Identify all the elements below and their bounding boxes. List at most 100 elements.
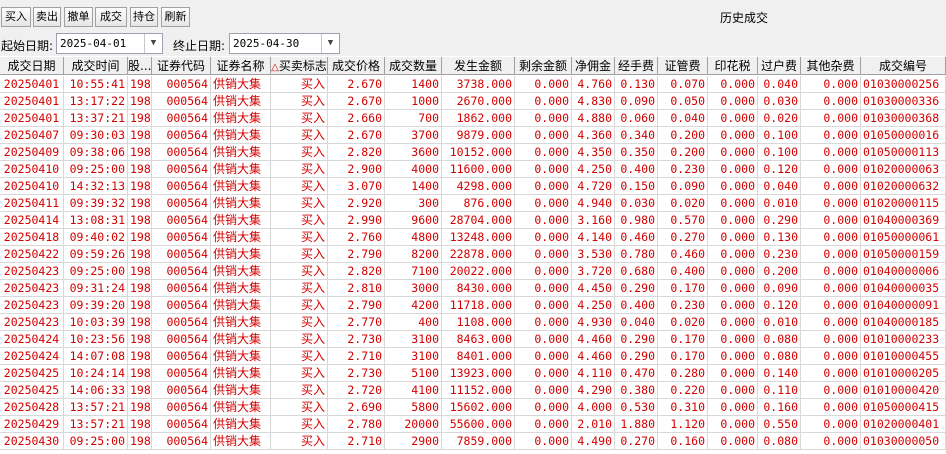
sell-button[interactable]: 卖出 (33, 7, 61, 27)
cell-shareholder: 198 (130, 416, 152, 433)
cell-transfer-fee: 0.120 (758, 161, 801, 178)
cell-quantity: 3000 (385, 280, 442, 297)
cell-amount: 8463.000 (442, 331, 515, 348)
table-row[interactable]: 20250424 10:23:56 198 000564 供销大集 买入 2.730 3100… (0, 331, 946, 348)
column-header-handling-fee[interactable]: 经手费 (615, 57, 658, 75)
column-header-label: 过户费 (760, 59, 797, 73)
start-date-picker[interactable]: 2025-04-01 ▼ (56, 33, 163, 54)
column-header-quantity[interactable]: 成交数量 (385, 57, 442, 75)
cell-remaining-amount: 0.000 (515, 297, 572, 314)
table-row[interactable]: 20250411 09:39:32 198 000564 供销大集 买入 2.920 300 8… (0, 195, 946, 212)
cell-stamp-tax: 0.000 (708, 161, 758, 178)
cell-security-code: 000564 (152, 331, 211, 348)
table-row[interactable]: 20250428 13:57:21 198 000564 供销大集 买入 2.690 5800… (0, 399, 946, 416)
chevron-down-icon[interactable]: ▼ (321, 34, 339, 53)
trades-button[interactable]: 成交 (95, 7, 127, 27)
table-row[interactable]: 20250423 09:25:00 198 000564 供销大集 买入 2.820 7100… (0, 263, 946, 280)
column-header-trade-id[interactable]: 成交编号 (861, 57, 946, 75)
cell-transfer-fee: 0.040 (758, 76, 801, 93)
cell-price: 2.730 (328, 365, 385, 382)
table-row[interactable]: 20250409 09:38:06 198 000564 供销大集 买入 2.820 3600… (0, 144, 946, 161)
cell-trade-time: 09:25:00 (64, 263, 128, 280)
cell-trade-date: 20250423 (0, 314, 64, 331)
cell-net-commission: 4.360 (572, 127, 615, 144)
cell-security-name: 供销大集 (211, 297, 271, 314)
cell-security-name: 供销大集 (211, 178, 271, 195)
cell-shareholder: 198 (130, 178, 152, 195)
column-header-remaining-amount[interactable]: 剩余金额 (515, 57, 572, 75)
cell-trade-id: 01050000415 (861, 399, 946, 416)
table-row[interactable]: 20250407 09:30:03 198 000564 供销大集 买入 2.670 3700… (0, 127, 946, 144)
refresh-button[interactable]: 刷新 (161, 7, 190, 27)
cell-other-fees: 0.000 (801, 365, 861, 382)
cell-net-commission: 2.010 (572, 416, 615, 433)
buy-button[interactable]: 买入 (1, 7, 31, 27)
cell-quantity: 3600 (385, 144, 442, 161)
cell-handling-fee: 0.980 (615, 212, 658, 229)
table-row[interactable]: 20250410 14:32:13 198 000564 供销大集 买入 3.070 1400… (0, 178, 946, 195)
table-row[interactable]: 20250422 09:59:26 198 000564 供销大集 买入 2.790 8200… (0, 246, 946, 263)
column-header-shareholder[interactable]: 股... (128, 57, 152, 75)
table-row[interactable]: 20250424 14:07:08 198 000564 供销大集 买入 2.710 3100… (0, 348, 946, 365)
cell-shareholder: 198 (130, 76, 152, 93)
column-header-transfer-fee[interactable]: 过户费 (758, 57, 801, 75)
cancel-order-button[interactable]: 撤单 (64, 7, 93, 27)
cell-side: 买入 (271, 314, 328, 331)
cell-shareholder: 198 (130, 93, 152, 110)
table-row[interactable]: 20250418 09:40:02 198 000564 供销大集 买入 2.760 4800… (0, 229, 946, 246)
chevron-down-icon[interactable]: ▼ (144, 34, 162, 53)
column-header-trade-date[interactable]: 成交日期 (0, 57, 64, 75)
cell-quantity: 300 (385, 195, 442, 212)
cell-other-fees: 0.000 (801, 127, 861, 144)
cell-security-code: 000564 (152, 178, 211, 195)
column-header-stamp-tax[interactable]: 印花税 (708, 57, 758, 75)
cell-amount: 8430.000 (442, 280, 515, 297)
column-header-other-fees[interactable]: 其他杂费 (801, 57, 861, 75)
table-row[interactable]: 20250423 09:39:20 198 000564 供销大集 买入 2.790 4200… (0, 297, 946, 314)
table-row[interactable]: 20250410 09:25:00 198 000564 供销大集 买入 2.900 4000… (0, 161, 946, 178)
column-header-side[interactable]: △买卖标志 (271, 57, 328, 75)
cell-security-name: 供销大集 (211, 110, 271, 127)
positions-button[interactable]: 持仓 (130, 7, 158, 27)
table-row[interactable]: 20250425 10:24:14 198 000564 供销大集 买入 2.730 5100… (0, 365, 946, 382)
column-header-net-commission[interactable]: 净佣金 (572, 57, 615, 75)
cell-net-commission: 4.880 (572, 110, 615, 127)
cell-transfer-fee: 0.130 (758, 229, 801, 246)
column-header-label: 买卖标志 (278, 59, 327, 73)
table-row[interactable]: 20250429 13:57:21 198 000564 供销大集 买入 2.780 2000… (0, 416, 946, 433)
column-header-security-name[interactable]: 证券名称 (211, 57, 271, 75)
cell-remaining-amount: 0.000 (515, 144, 572, 161)
cell-trade-date: 20250430 (0, 433, 64, 450)
cell-handling-fee: 0.130 (615, 76, 658, 93)
table-row[interactable]: 20250414 13:08:31 198 000564 供销大集 买入 2.990 9600… (0, 212, 946, 229)
table-row[interactable]: 20250425 14:06:33 198 000564 供销大集 买入 2.720 4100… (0, 382, 946, 399)
cell-regulatory-fee: 0.310 (658, 399, 708, 416)
start-date-value: 2025-04-01 (60, 37, 127, 50)
end-date-picker[interactable]: 2025-04-30 ▼ (229, 33, 340, 54)
column-header-trade-time[interactable]: 成交时间 (64, 57, 128, 75)
cell-net-commission: 4.110 (572, 365, 615, 382)
table-row[interactable]: 20250430 09:25:00 198 000564 供销大集 买入 2.710 2900… (0, 433, 946, 450)
cell-trade-date: 20250422 (0, 246, 64, 263)
table-row[interactable]: 20250401 13:37:21 198 000564 供销大集 买入 2.660 700 1… (0, 110, 946, 127)
cell-shareholder: 198 (130, 331, 152, 348)
cell-other-fees: 0.000 (801, 314, 861, 331)
cell-net-commission: 4.830 (572, 93, 615, 110)
cell-quantity: 2900 (385, 433, 442, 450)
table-row[interactable]: 20250401 10:55:41 198 000564 供销大集 买入 2.670 1400… (0, 76, 946, 93)
column-header-security-code[interactable]: 证券代码 (152, 57, 211, 75)
cell-handling-fee: 0.150 (615, 178, 658, 195)
cell-remaining-amount: 0.000 (515, 212, 572, 229)
cell-side: 买入 (271, 93, 328, 110)
column-header-amount[interactable]: 发生金额 (442, 57, 515, 75)
cell-side: 买入 (271, 195, 328, 212)
column-header-price[interactable]: 成交价格 (328, 57, 385, 75)
cell-shareholder: 198 (130, 195, 152, 212)
cell-security-code: 000564 (152, 399, 211, 416)
table-row[interactable]: 20250423 09:31:24 198 000564 供销大集 买入 2.810 3000… (0, 280, 946, 297)
table-row[interactable]: 20250423 10:03:39 198 000564 供销大集 买入 2.770 400 1… (0, 314, 946, 331)
table-row[interactable]: 20250401 13:17:22 198 000564 供销大集 买入 2.670 1000… (0, 93, 946, 110)
cell-transfer-fee: 0.080 (758, 433, 801, 450)
cell-trade-time: 09:40:02 (64, 229, 128, 246)
column-header-regulatory-fee[interactable]: 证管费 (658, 57, 708, 75)
